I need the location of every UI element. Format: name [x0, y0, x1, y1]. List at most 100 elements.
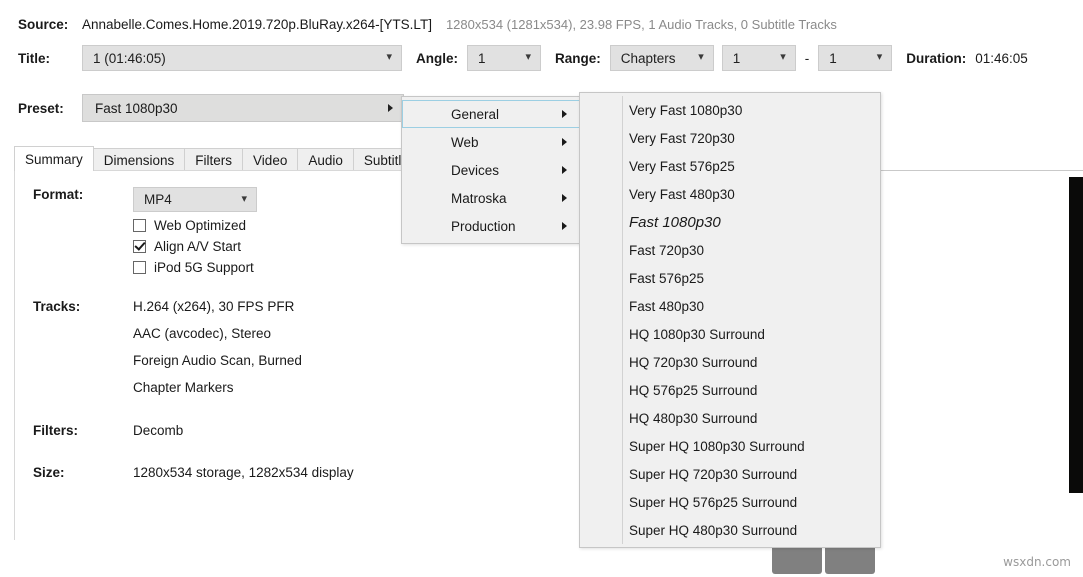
preset-item-label: Super HQ 720p30 Surround: [629, 467, 797, 482]
preset-item-label: Fast 720p30: [629, 243, 704, 258]
preset-item-very-fast-480p30[interactable]: Very Fast 480p30: [580, 180, 880, 208]
bottom-action-button-1[interactable]: [772, 544, 822, 574]
preset-item-fast-576p25[interactable]: Fast 576p25: [580, 264, 880, 292]
tab-summary[interactable]: Summary: [14, 146, 94, 171]
tracks-list: H.264 (x264), 30 FPS PFR AAC (avcodec), …: [133, 299, 302, 407]
watermark: wsxdn.com: [1003, 555, 1071, 569]
tab-video-label: Video: [253, 153, 287, 168]
preset-item-super-hq-576p25-surround[interactable]: Super HQ 576p25 Surround: [580, 488, 880, 516]
preset-dropdown-button[interactable]: Fast 1080p30: [82, 94, 404, 122]
chevron-right-icon: [562, 194, 567, 202]
preview-divider: [880, 170, 1083, 171]
preset-dropdown-value: Fast 1080p30: [95, 101, 178, 116]
menu-item-production-label: Production: [451, 219, 516, 234]
range-dash: -: [805, 51, 810, 66]
tab-video[interactable]: Video: [242, 148, 298, 171]
angle-select[interactable]: 1 ▾: [467, 45, 541, 71]
chapter-start-select[interactable]: 1 ▾: [722, 45, 796, 71]
chevron-right-icon: [562, 166, 567, 174]
format-select[interactable]: MP4 ▾: [133, 187, 257, 212]
preset-label: Preset:: [0, 101, 82, 116]
align-av-start-label: Align A/V Start: [154, 239, 241, 254]
preset-list-submenu: Very Fast 1080p30 Very Fast 720p30 Very …: [579, 92, 881, 548]
title-row: Title: 1 (01:46:05) ▾ Angle: 1 ▾ Range: …: [0, 44, 1028, 72]
preset-item-label: Very Fast 480p30: [629, 187, 735, 202]
format-label: Format:: [15, 187, 133, 202]
preset-item-fast-1080p30[interactable]: Fast 1080p30: [580, 208, 880, 236]
checkbox-row-ipod-5g-support[interactable]: iPod 5G Support: [133, 260, 257, 275]
tab-dimensions[interactable]: Dimensions: [93, 148, 186, 171]
preset-item-super-hq-480p30-surround[interactable]: Super HQ 480p30 Surround: [580, 516, 880, 544]
chevron-right-icon: [388, 104, 393, 112]
preset-item-fast-480p30[interactable]: Fast 480p30: [580, 292, 880, 320]
summary-content: Format: MP4 ▾ Web Optimized Align A/V St…: [15, 171, 354, 480]
tracks-label: Tracks:: [15, 299, 133, 314]
chevron-right-icon: [562, 110, 567, 118]
chevron-down-icon: ▾: [877, 52, 883, 63]
chevron-right-icon: [562, 222, 567, 230]
source-label: Source:: [0, 17, 82, 32]
chapter-end-value: 1: [829, 51, 837, 66]
tracks-row: Tracks: H.264 (x264), 30 FPS PFR AAC (av…: [15, 299, 354, 407]
angle-label: Angle:: [416, 51, 458, 66]
menu-item-devices[interactable]: Devices: [402, 156, 580, 184]
tab-summary-label: Summary: [25, 152, 83, 167]
track-item: Chapter Markers: [133, 380, 302, 395]
preset-item-label: Very Fast 720p30: [629, 131, 735, 146]
size-label: Size:: [15, 465, 133, 480]
preset-item-super-hq-1080p30-surround[interactable]: Super HQ 1080p30 Surround: [580, 432, 880, 460]
size-value: 1280x534 storage, 1282x534 display: [133, 465, 354, 480]
title-select[interactable]: 1 (01:46:05) ▾: [82, 45, 402, 71]
format-group: MP4 ▾ Web Optimized Align A/V Start iPod…: [133, 187, 257, 275]
checkbox-row-align-av-start[interactable]: Align A/V Start: [133, 239, 257, 254]
tab-filters[interactable]: Filters: [184, 148, 243, 171]
tab-bar: Summary Dimensions Filters Video Audio S…: [14, 146, 426, 171]
preset-item-label: Fast 480p30: [629, 299, 704, 314]
title-label: Title:: [0, 51, 82, 66]
preset-item-very-fast-1080p30[interactable]: Very Fast 1080p30: [580, 96, 880, 124]
menu-item-matroska-label: Matroska: [451, 191, 507, 206]
menu-item-web-label: Web: [451, 135, 479, 150]
preset-item-super-hq-720p30-surround[interactable]: Super HQ 720p30 Surround: [580, 460, 880, 488]
preset-item-hq-480p30-surround[interactable]: HQ 480p30 Surround: [580, 404, 880, 432]
preset-item-label: HQ 576p25 Surround: [629, 383, 757, 398]
chapter-end-select[interactable]: 1 ▾: [818, 45, 892, 71]
preset-item-label: HQ 720p30 Surround: [629, 355, 757, 370]
preset-item-hq-576p25-surround[interactable]: HQ 576p25 Surround: [580, 376, 880, 404]
menu-item-production[interactable]: Production: [402, 212, 580, 240]
size-row: Size: 1280x534 storage, 1282x534 display: [15, 465, 354, 480]
menu-item-devices-label: Devices: [451, 163, 499, 178]
preset-item-label: HQ 480p30 Surround: [629, 411, 757, 426]
range-type-select[interactable]: Chapters ▾: [610, 45, 714, 71]
ipod-5g-support-checkbox[interactable]: [133, 261, 146, 274]
menu-item-web[interactable]: Web: [402, 128, 580, 156]
preset-item-label: HQ 1080p30 Surround: [629, 327, 765, 342]
preset-item-label: Super HQ 576p25 Surround: [629, 495, 797, 510]
track-item: Foreign Audio Scan, Burned: [133, 353, 302, 368]
preset-category-menu: General Web Devices Matroska Production: [401, 96, 581, 244]
menu-item-general-label: General: [451, 107, 499, 122]
preset-item-hq-720p30-surround[interactable]: HQ 720p30 Surround: [580, 348, 880, 376]
web-optimized-checkbox[interactable]: [133, 219, 146, 232]
preset-item-very-fast-576p25[interactable]: Very Fast 576p25: [580, 152, 880, 180]
menu-item-general[interactable]: General: [402, 100, 580, 128]
source-filename: Annabelle.Comes.Home.2019.720p.BluRay.x2…: [82, 17, 432, 32]
chevron-down-icon: ▾: [698, 52, 704, 63]
chapter-start-value: 1: [733, 51, 741, 66]
format-select-value: MP4: [144, 192, 172, 207]
angle-select-value: 1: [478, 51, 486, 66]
preset-item-hq-1080p30-surround[interactable]: HQ 1080p30 Surround: [580, 320, 880, 348]
preset-item-fast-720p30[interactable]: Fast 720p30: [580, 236, 880, 264]
preset-item-label: Super HQ 480p30 Surround: [629, 523, 797, 538]
checkbox-row-web-optimized[interactable]: Web Optimized: [133, 218, 257, 233]
tab-audio[interactable]: Audio: [297, 148, 354, 171]
filters-row: Filters: Decomb: [15, 423, 354, 438]
menu-item-matroska[interactable]: Matroska: [402, 184, 580, 212]
tab-audio-label: Audio: [308, 153, 343, 168]
duration-value: 01:46:05: [975, 51, 1028, 66]
handbrake-window: Source: Annabelle.Comes.Home.2019.720p.B…: [0, 0, 1083, 577]
bottom-action-button-2[interactable]: [825, 544, 875, 574]
align-av-start-checkbox[interactable]: [133, 240, 146, 253]
preset-item-very-fast-720p30[interactable]: Very Fast 720p30: [580, 124, 880, 152]
chevron-down-icon: ▾: [386, 52, 392, 63]
